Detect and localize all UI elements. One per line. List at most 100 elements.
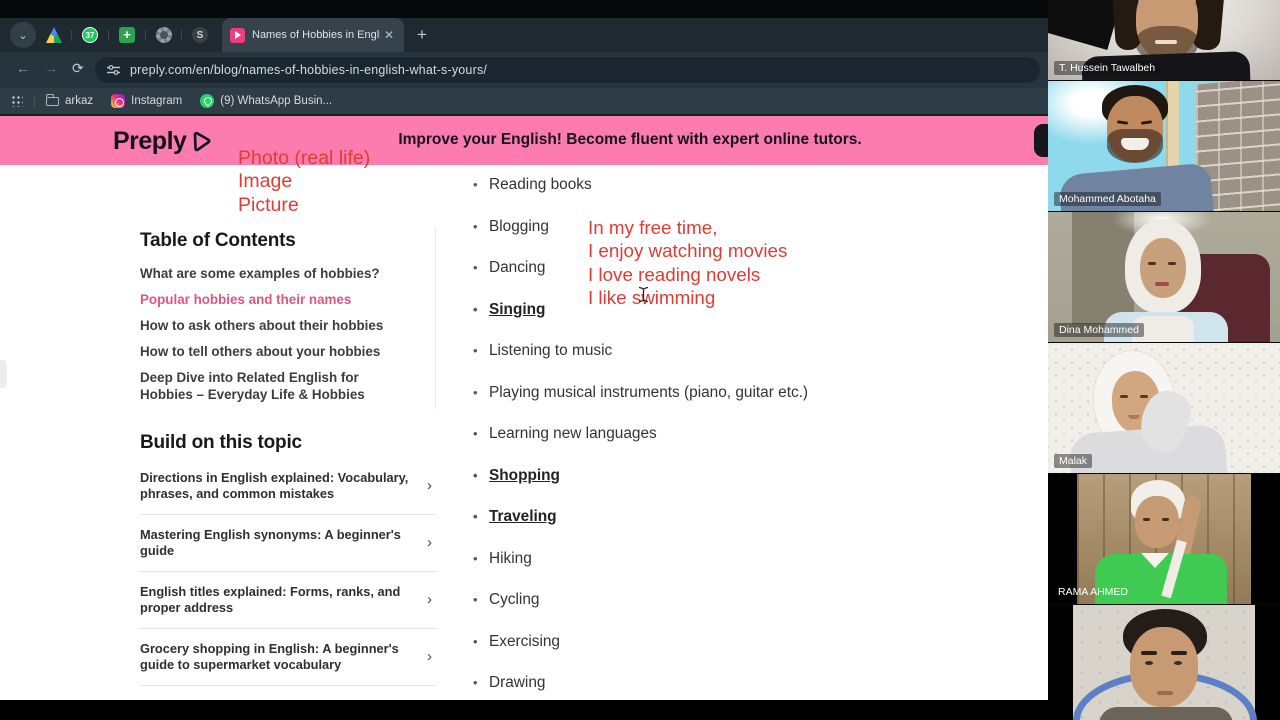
related-article-label: Directions in English explained: Vocabul… [140,470,409,501]
green-plus-pinned-tab-icon[interactable]: + [119,27,135,43]
portrait-video [1073,605,1257,720]
hobby-item: Cycling [473,591,933,609]
bookmark-instagram[interactable]: Instagram [111,94,182,108]
screen: ⌄ 37 + S Names of Hobbies in English: Li… [0,0,1280,720]
annotation-photo: Photo (real life) Image Picture [238,147,370,217]
preply-logo-icon [194,131,211,151]
reload-icon[interactable]: ⟳ [72,60,84,77]
new-tab-button[interactable]: + [410,23,434,47]
folder-icon [45,93,59,106]
participant-video[interactable]: T. Hussein Tawalbeh [1048,0,1280,80]
tab-search-button[interactable]: ⌄ [10,22,36,48]
person-eye [1143,518,1150,521]
related-article-label: Grocery shopping in English: A beginner'… [140,641,399,672]
instagram-icon [111,94,126,108]
person-face [1140,238,1186,298]
person-eye [1120,395,1128,398]
bookmark-label: arkaz [65,95,94,107]
person-eye [1174,661,1182,665]
person-eye [1162,518,1169,521]
annotation-line: I love reading novels [588,263,761,285]
toc-link[interactable]: What are some examples of hobbies? [140,265,440,282]
hobby-item: Hiking [473,550,933,568]
participant-video[interactable]: Malak [1048,343,1280,473]
toc-link[interactable]: Deep Dive into Related English for Hobbi… [140,369,380,403]
person-face [1130,627,1198,707]
annotation-line: Picture [238,193,299,216]
hobby-item: Reading books [473,176,933,194]
s-pinned-tab-icon[interactable]: S [192,27,208,43]
whatsapp-pinned-tab-icon[interactable]: 37 [82,27,98,43]
preply-logo[interactable]: Preply [113,127,214,156]
bookmark-whatsapp[interactable]: (9) WhatsApp Busin... [200,94,332,108]
url-text[interactable]: preply.com/en/blog/names-of-hobbies-in-e… [130,63,487,77]
toc-heading: Table of Contents [140,230,296,251]
apps-grid-icon[interactable] [11,95,23,107]
annotation-line: Photo (real life) [238,147,371,169]
toc-link[interactable]: How to ask others about their hobbies [140,317,440,334]
related-article-link[interactable]: English titles explained: Forms, ranks, … [140,584,436,629]
google-drive-pinned-tab-icon[interactable] [46,27,62,43]
tab-separator [108,30,109,41]
hobby-item: Exercising [473,633,933,651]
person-eye [1168,262,1176,265]
related-article-link[interactable]: Mastering English synonyms: A beginner's… [140,527,436,572]
annotation-line: I enjoy watching movies [588,240,788,262]
person-eye [1148,262,1156,265]
participant-video[interactable]: Mohammed Abotaha [1048,81,1280,211]
annotation-line: Image [238,170,293,193]
person-eyebrow [1171,651,1187,655]
promo-banner: Preply Improve your English! Become flue… [0,116,1074,165]
article-page: Table of Contents What are some examples… [0,165,1048,714]
active-tab[interactable]: Names of Hobbies in English: Li ✕ [222,18,404,52]
tab-title: Names of Hobbies in English: Li [252,29,380,41]
build-heading: Build on this topic [140,432,302,453]
site-info-icon[interactable] [107,64,120,76]
participant-video[interactable]: RAMA AHMED [1048,474,1280,604]
tab-bar: ⌄ 37 + S Names of Hobbies in English: Li… [0,18,1048,52]
whatsapp-icon [200,94,215,108]
bookmarks-separator [34,95,35,107]
bookmark-label: (9) WhatsApp Busin... [220,95,333,107]
address-bar[interactable]: preply.com/en/blog/names-of-hobbies-in-e… [95,57,1040,83]
related-article-label: English titles explained: Forms, ranks, … [140,584,401,615]
annotation-line: In my free time, [588,217,718,238]
participant-video[interactable]: Dina Mohammed [1048,212,1280,342]
text-cursor [638,286,649,303]
build-on-topic: Build on this topic Directions in Englis… [140,432,436,720]
bookmarks-bar: arkaz Instagram (9) WhatsApp Busin... [0,88,1048,116]
chevron-right-icon: › [427,534,432,551]
person-eye [1140,395,1148,398]
back-icon[interactable]: ← [16,60,30,76]
toc-link[interactable]: How to tell others about your hobbies [140,343,440,360]
gear-pinned-tab-icon[interactable] [156,27,172,43]
bookmark-arkaz[interactable]: arkaz [45,93,94,107]
hobby-item: Drawing [473,674,933,692]
preply-favicon [230,27,245,43]
tab-separator [145,30,146,41]
forward-icon[interactable]: → [44,60,58,76]
related-article-link[interactable]: Grocery shopping in English: A beginner'… [140,641,436,686]
toolbar: ← → ⟳ preply.com/en/blog/names-of-hobbie… [0,52,1048,88]
person-mouth [1157,691,1173,695]
participant-name: RAMA AHMED [1058,586,1129,598]
chevron-right-icon: › [427,648,432,665]
toc-link-active[interactable]: Popular hobbies and their names [140,291,440,308]
page-edge-widget[interactable] [0,360,7,388]
tab-close-icon[interactable]: ✕ [384,28,394,42]
participant-name: Dina Mohammed [1054,323,1144,337]
chevron-right-icon: › [427,591,432,608]
participant-name: Malak [1054,454,1093,468]
related-article-link[interactable]: Directions in English explained: Vocabul… [140,470,436,515]
window-bottom-strip [0,700,1048,720]
person-face [1135,496,1179,548]
preply-logo-text: Preply [113,127,187,155]
hobby-item: Listening to music [473,342,933,360]
hobby-item: Learning new languages [473,425,933,443]
hobby-item-emphasized: Traveling [473,508,933,526]
person-eye [1145,661,1153,665]
video-call-sidebar: T. Hussein Tawalbeh Mohammed Abotaha Din… [1048,0,1280,720]
toc-divider [435,227,436,409]
tab-separator [181,30,182,41]
participant-video[interactable]: Morad Alsaifan [1048,605,1280,720]
